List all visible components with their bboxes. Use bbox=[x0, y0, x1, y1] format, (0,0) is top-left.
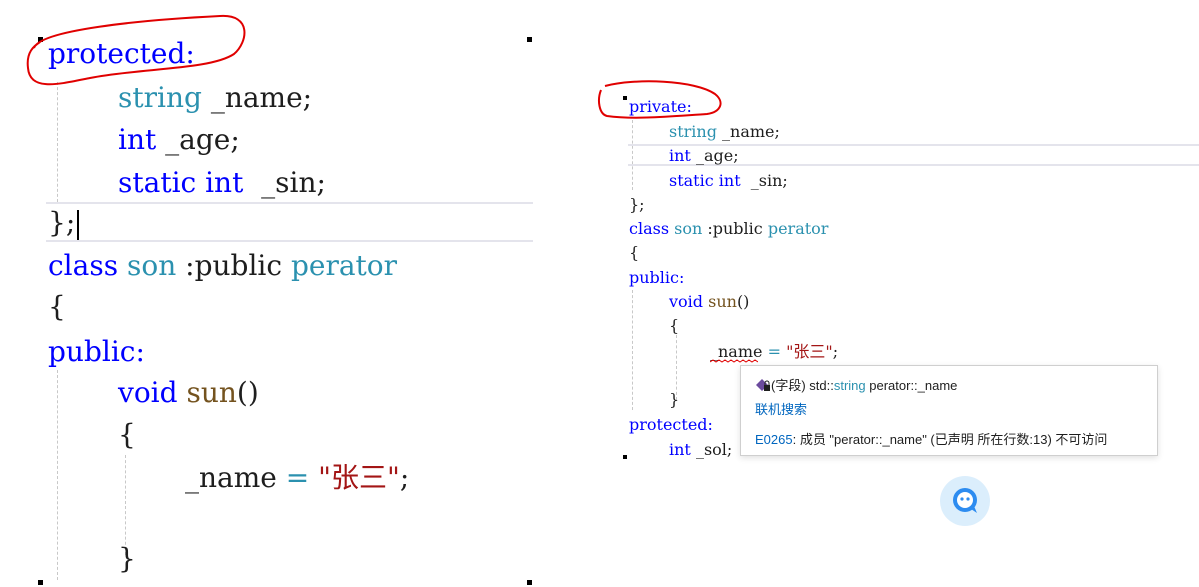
indent-guide bbox=[57, 82, 58, 202]
code-line: void sun() bbox=[669, 292, 750, 311]
code-line: { bbox=[48, 290, 66, 323]
code-line: class son :public perator bbox=[629, 219, 829, 238]
indent-guide bbox=[632, 290, 633, 410]
corner-mark bbox=[38, 580, 43, 585]
code-line: static int _sin; bbox=[669, 171, 788, 190]
code-line: _name = "张三"; bbox=[710, 342, 839, 361]
left-code-editor[interactable]: protected: string _name; int _age; stati… bbox=[0, 0, 540, 587]
indent-guide bbox=[57, 370, 58, 580]
code-line: int _age; bbox=[669, 146, 739, 165]
code-line: }; bbox=[629, 195, 645, 214]
code-line: void sun() bbox=[118, 376, 259, 409]
code-line: public: bbox=[48, 335, 145, 368]
field-lock-icon bbox=[755, 378, 771, 392]
corner-mark bbox=[527, 580, 532, 585]
code-line: int _age; bbox=[118, 123, 240, 156]
error-squiggle bbox=[710, 359, 758, 363]
code-line: { bbox=[629, 243, 640, 262]
error-code-link[interactable]: E0265 bbox=[755, 432, 793, 447]
online-search-link[interactable]: 联机搜索 bbox=[755, 399, 807, 418]
code-line: { bbox=[669, 316, 680, 335]
code-line: string _name; bbox=[669, 122, 780, 141]
tooltip-signature: (字段) std::string perator::_name bbox=[755, 375, 957, 394]
assistant-chat-icon bbox=[953, 488, 977, 513]
text-cursor bbox=[77, 209, 80, 240]
right-code-editor[interactable]: private: string _name; int _age; static … bbox=[590, 0, 1199, 587]
assistant-chat-button[interactable] bbox=[940, 476, 990, 526]
error-message: E0265: 成员 "perator::_name" (已声明 所在行数:13)… bbox=[755, 432, 1108, 447]
code-line: { bbox=[118, 418, 136, 451]
code-line: } bbox=[669, 390, 680, 409]
code-line: }; bbox=[48, 209, 80, 240]
indent-guide bbox=[125, 455, 126, 555]
red-annotation-circle bbox=[26, 14, 246, 86]
code-line: static int _sin; bbox=[118, 166, 326, 199]
code-line: protected: bbox=[629, 415, 713, 434]
corner-mark bbox=[623, 455, 627, 459]
code-line: int _sol; bbox=[669, 440, 733, 459]
code-line: _name = "张三"; bbox=[185, 461, 410, 494]
code-line: public: bbox=[629, 268, 685, 287]
quick-info-tooltip: (字段) std::string perator::_name 联机搜索 E02… bbox=[740, 365, 1158, 456]
red-annotation-circle bbox=[598, 80, 722, 119]
corner-mark bbox=[527, 37, 532, 42]
current-line-highlight bbox=[46, 202, 533, 242]
code-line: } bbox=[118, 542, 136, 575]
code-line: class son :public perator bbox=[48, 249, 398, 282]
